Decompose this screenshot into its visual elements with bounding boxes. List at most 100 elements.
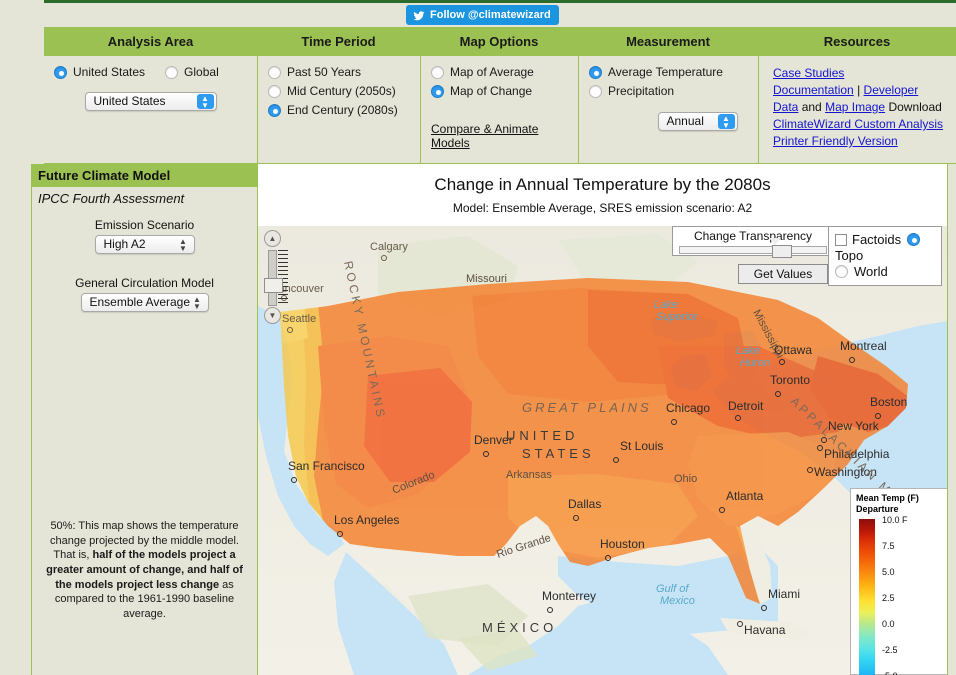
radio-topo[interactable] xyxy=(907,233,921,246)
radio-past-50-years-label: Past 50 Years xyxy=(287,65,362,79)
future-climate-model-panel: Future Climate Model IPCC Fourth Assessm… xyxy=(31,164,258,675)
svg-text:Montreal: Montreal xyxy=(840,339,887,353)
link-map-image[interactable]: Map Image xyxy=(825,100,885,114)
legend-tick-5: -2.5 xyxy=(882,645,898,656)
link-case-studies[interactable]: Case Studies xyxy=(773,66,844,80)
radio-map-of-average-label: Map of Average xyxy=(450,65,534,79)
measurement-option-precipitation[interactable]: Precipitation xyxy=(589,84,758,98)
svg-text:Lake: Lake xyxy=(736,345,760,357)
transparency-slider-caret xyxy=(769,238,781,245)
chevron-updown-icon: ▲ ▼ xyxy=(196,94,214,110)
emission-scenario-select[interactable]: High A2 ▲ ▼ xyxy=(94,235,195,254)
svg-text:St Louis: St Louis xyxy=(620,439,663,453)
transparency-control[interactable]: Change Transparency xyxy=(672,226,834,258)
svg-text:San Francisco: San Francisco xyxy=(288,459,365,473)
radio-mid-century[interactable] xyxy=(268,84,281,98)
radio-united-states[interactable] xyxy=(54,65,67,79)
basemap-options-box: Factoids Topo World xyxy=(828,226,942,286)
analysis-area-radio-group: United States Global xyxy=(54,65,257,79)
radio-average-temperature[interactable] xyxy=(589,65,602,79)
svg-text:Detroit: Detroit xyxy=(728,399,764,413)
period-select-value: Annual xyxy=(666,114,704,128)
zoom-slider-thumb[interactable] xyxy=(264,278,283,293)
radio-global[interactable] xyxy=(165,65,179,79)
radio-map-of-change[interactable] xyxy=(431,84,444,98)
header-resources: Resources xyxy=(823,34,891,49)
legend-tick-2: 5.0 xyxy=(882,567,895,578)
svg-text:Havana: Havana xyxy=(744,623,786,637)
legend-tick-labels: 10.0 F 7.5 5.0 2.5 0.0 -2.5 -5.0 -7.5 xyxy=(882,515,947,675)
radio-average-temperature-label: Average Temperature xyxy=(608,65,723,79)
zoom-in-icon[interactable]: ▲ xyxy=(264,230,281,247)
time-period-option-end[interactable]: End Century (2080s) xyxy=(268,103,420,117)
map-option-change[interactable]: Map of Change xyxy=(431,84,578,98)
svg-text:Los Angeles: Los Angeles xyxy=(334,513,399,527)
panel-time-period: Past 50 Years Mid Century (2050s) End Ce… xyxy=(257,56,420,164)
map-card: Change in Annual Temperature by the 2080… xyxy=(258,164,948,675)
svg-text:Missouri: Missouri xyxy=(466,273,507,285)
map-subtitle: Model: Ensemble Average, SRES emission s… xyxy=(452,201,753,215)
svg-text:Chicago: Chicago xyxy=(666,401,710,415)
map-legend: Mean Temp (F) Departure 10.0 F 7.5 5.0 2… xyxy=(850,488,947,675)
link-printer-friendly[interactable]: Printer Friendly Version xyxy=(773,134,898,148)
time-period-option-past[interactable]: Past 50 Years xyxy=(268,65,420,79)
transparency-label: Change Transparency xyxy=(693,229,813,243)
link-custom-analysis[interactable]: ClimateWizard Custom Analysis xyxy=(773,117,943,131)
svg-text:UNITED: UNITED xyxy=(506,428,578,443)
compare-animate-models-link[interactable]: Compare & Animate Models xyxy=(431,122,538,150)
resources-download-label: Download xyxy=(888,100,942,114)
zoom-out-icon[interactable]: ▼ xyxy=(264,307,281,324)
emission-scenario-value: High A2 xyxy=(103,237,146,251)
svg-text:Colorado: Colorado xyxy=(391,469,437,497)
twitter-follow-button[interactable]: Follow @climatewizard xyxy=(406,5,559,25)
region-select[interactable]: United States ▲ ▼ xyxy=(84,92,217,111)
chevron-updown-icon: ▲ ▼ xyxy=(717,114,735,130)
factoids-row[interactable]: Factoids xyxy=(835,232,941,247)
radio-map-of-change-label: Map of Change xyxy=(450,84,533,98)
chevron-updown-icon: ▲ ▼ xyxy=(179,237,187,253)
svg-text:ROCKY MOUNTAINS: ROCKY MOUNTAINS xyxy=(341,260,388,421)
transparency-slider-track[interactable] xyxy=(679,245,827,258)
svg-text:Seattle: Seattle xyxy=(282,313,316,325)
measurement-option-temperature[interactable]: Average Temperature xyxy=(589,65,758,79)
transparency-slider-thumb[interactable] xyxy=(772,245,792,258)
legend-colorbar xyxy=(859,519,875,675)
radio-world[interactable] xyxy=(835,265,848,278)
chevron-updown-icon: ▲ ▼ xyxy=(193,295,201,311)
radio-map-of-average[interactable] xyxy=(431,65,444,79)
svg-text:Atlanta: Atlanta xyxy=(726,489,764,503)
panel-resources: Case Studies Documentation | Developer D… xyxy=(758,56,956,164)
get-values-button[interactable]: Get Values xyxy=(738,264,828,284)
factoids-checkbox[interactable] xyxy=(835,233,847,246)
legend-title-line2: Departure xyxy=(856,503,899,514)
svg-text:Mexico: Mexico xyxy=(660,595,695,607)
map-viewport[interactable]: Calgary Vancouver Seattle Missouri Missi… xyxy=(258,226,947,675)
gcm-label: General Circulation Model xyxy=(75,276,214,290)
svg-text:Ottawa: Ottawa xyxy=(774,343,812,357)
time-period-option-mid[interactable]: Mid Century (2050s) xyxy=(268,84,420,98)
link-data[interactable]: Data xyxy=(773,100,798,114)
svg-text:MÉXICO: MÉXICO xyxy=(482,620,557,635)
legend-tick-1: 7.5 xyxy=(882,541,895,552)
radio-global-label: Global xyxy=(184,65,219,79)
map-zoom-control[interactable]: ▲ ▼ xyxy=(264,230,288,324)
panel-map-options: Map of Average Map of Change Compare & A… xyxy=(420,56,578,164)
header-analysis-area: Analysis Area xyxy=(107,34,194,49)
world-row[interactable]: World xyxy=(835,264,941,279)
svg-text:Houston: Houston xyxy=(600,537,645,551)
radio-precipitation[interactable] xyxy=(589,84,602,98)
radio-end-century[interactable] xyxy=(268,103,281,117)
gcm-select[interactable]: Ensemble Average ▲ ▼ xyxy=(80,293,209,312)
svg-text:Arkansas: Arkansas xyxy=(506,469,552,481)
page-top-rule xyxy=(44,0,956,3)
link-documentation[interactable]: Documentation xyxy=(773,83,854,97)
radio-past-50-years[interactable] xyxy=(268,65,281,79)
resources-and: and xyxy=(801,100,822,114)
section-header-bar: Analysis Area Time Period Map Options Me… xyxy=(44,27,956,56)
emission-scenario-label: Emission Scenario xyxy=(94,218,195,232)
period-select[interactable]: Annual ▲ ▼ xyxy=(657,112,738,131)
map-option-average[interactable]: Map of Average xyxy=(431,65,578,79)
model-percentile-description: 50%: This map shows the temperature chan… xyxy=(40,519,249,621)
header-map-options: Map Options xyxy=(459,34,539,49)
link-developer[interactable]: Developer xyxy=(864,83,919,97)
